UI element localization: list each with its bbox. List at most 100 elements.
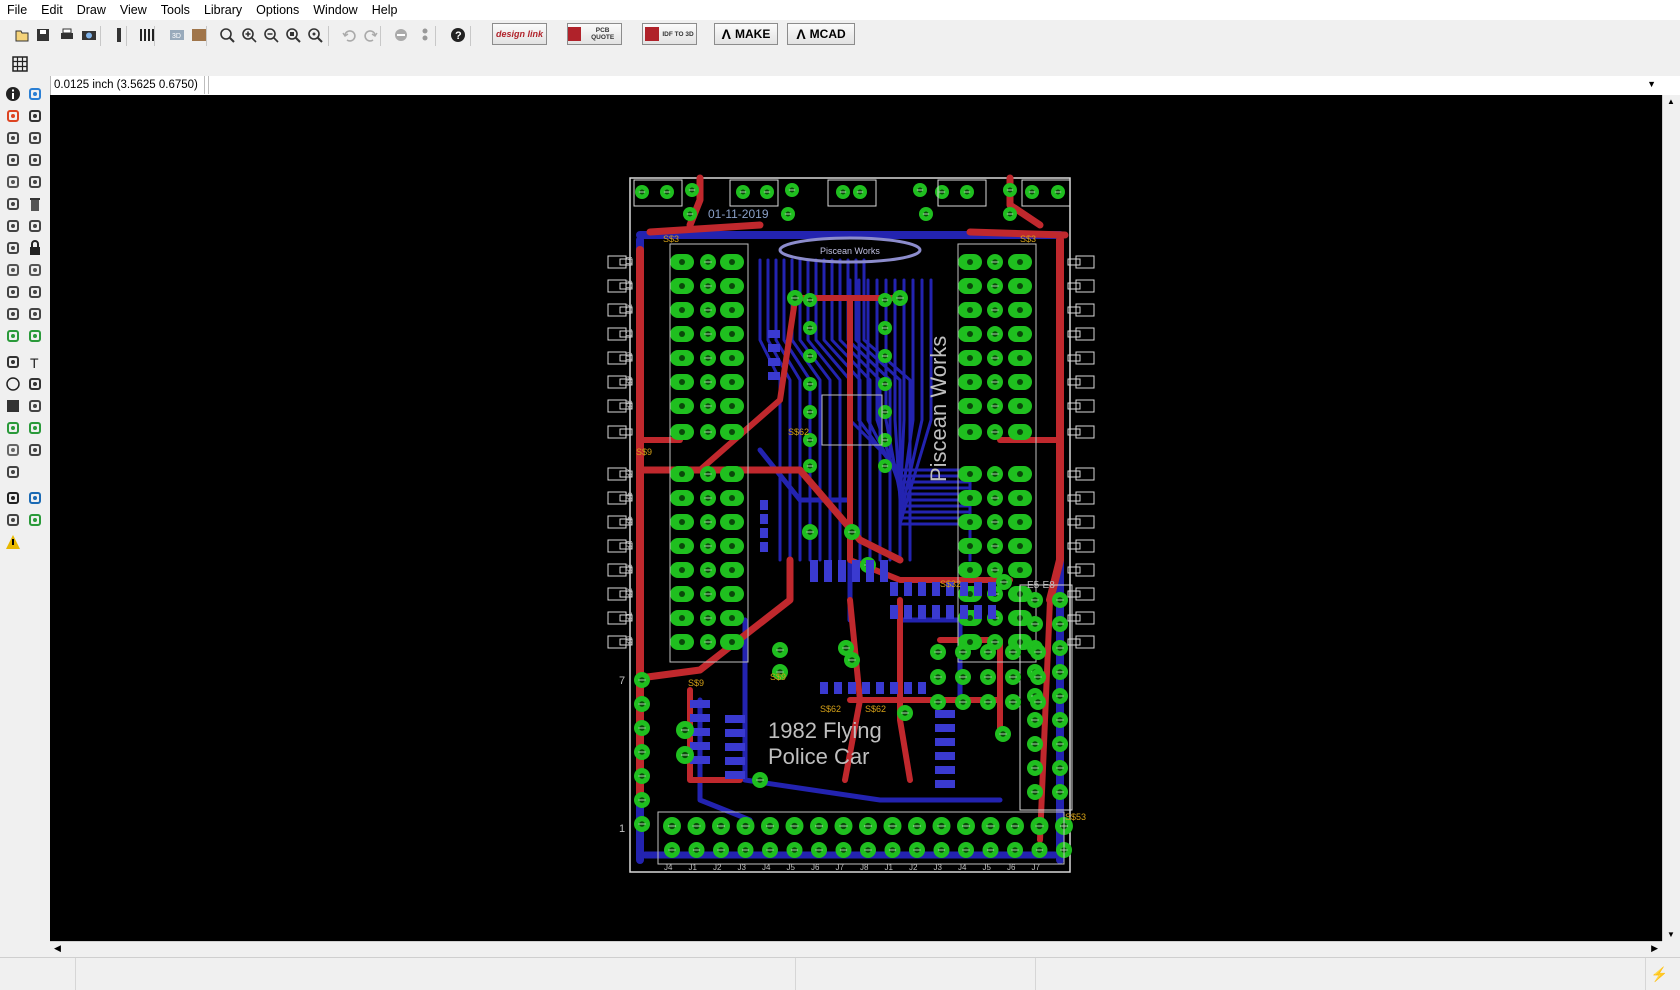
zoom-in-icon[interactable] (240, 26, 258, 44)
pin-number: 36 (624, 492, 634, 502)
help-icon[interactable]: ? (449, 26, 467, 44)
arc-tool-icon[interactable] (26, 375, 44, 393)
open-icon[interactable] (13, 26, 31, 44)
redo-icon[interactable] (362, 26, 380, 44)
zoom-out-icon[interactable] (262, 26, 280, 44)
display-layers-tool-icon[interactable] (4, 107, 22, 125)
value-tool-icon[interactable] (26, 261, 44, 279)
fanout-tool-icon[interactable] (4, 511, 22, 529)
change-tool-icon[interactable] (26, 173, 44, 191)
bottom-pin-label: J7 (836, 863, 845, 872)
board-canvas[interactable]: 14 13 12 11 10 39 38 37 36 35 34 33 32 31 30 01-11-2019… (50, 95, 1662, 941)
pcb-quote-button[interactable]: PCB QUOTE (567, 23, 622, 45)
miter-tool-icon[interactable] (4, 305, 22, 323)
smd-pad (862, 682, 870, 694)
3d-view-icon[interactable]: 3D (168, 26, 186, 44)
go-icon[interactable] (416, 26, 434, 44)
polygon-tool-icon[interactable] (26, 397, 44, 415)
status-message (75, 958, 796, 990)
menu-library[interactable]: Library (197, 0, 249, 20)
idf-to-3d-button[interactable]: IDF TO 3D (642, 23, 697, 45)
mirror-tool-icon[interactable] (4, 151, 22, 169)
save-icon[interactable] (34, 26, 52, 44)
menu-window[interactable]: Window (306, 0, 364, 20)
grid-icon[interactable] (11, 55, 29, 73)
menu-tools[interactable]: Tools (154, 0, 197, 20)
zoom-select-icon[interactable] (284, 26, 302, 44)
design-link-button[interactable]: design link (492, 23, 547, 45)
paste-tool-icon[interactable] (4, 195, 22, 213)
print-icon[interactable] (58, 26, 76, 44)
zoom-fit-icon[interactable] (218, 26, 236, 44)
pad-drill (679, 615, 685, 621)
connector-outline (1075, 375, 1095, 389)
attribute-tool-icon[interactable] (26, 441, 44, 459)
ratsnest-tool-icon[interactable] (4, 489, 22, 507)
smd-pad (768, 344, 780, 352)
menu-view[interactable]: View (113, 0, 154, 20)
connector-outline (1075, 515, 1095, 529)
connector-outline (1075, 303, 1095, 317)
menu-options[interactable]: Options (249, 0, 306, 20)
pin-number: 31 (624, 612, 634, 622)
pad-drill (967, 495, 973, 501)
hole-tool-icon[interactable] (4, 441, 22, 459)
move-tool-icon[interactable] (4, 129, 22, 147)
scroll-left-icon[interactable]: ◀ (54, 943, 61, 954)
smash-tool-icon[interactable] (4, 239, 22, 257)
ripup-tool-icon[interactable] (26, 327, 44, 345)
pad-drill (1017, 519, 1023, 525)
bottom-pin-label: J2 (909, 863, 918, 872)
stop-icon[interactable] (392, 26, 410, 44)
scroll-up-icon[interactable]: ▲ (1667, 97, 1675, 106)
menu-file[interactable]: File (0, 0, 34, 20)
menu-help[interactable]: Help (365, 0, 405, 20)
mcad-button[interactable]: Λ MCAD (787, 23, 855, 45)
logo-text: Piscean Works (820, 246, 880, 256)
drc-tool-icon[interactable] (26, 511, 44, 529)
via-tool-icon[interactable] (4, 419, 22, 437)
lock-tool-icon[interactable] (26, 239, 44, 257)
circle-tool-icon[interactable] (4, 375, 22, 393)
info-tool-icon[interactable] (4, 85, 22, 103)
split-tool-icon[interactable] (4, 283, 22, 301)
command-line-input[interactable]: ▼ (208, 76, 1660, 94)
resize-grip-icon[interactable]: ⚡ (1651, 966, 1668, 983)
name-tool-icon[interactable] (4, 261, 22, 279)
connector-outline (1075, 491, 1095, 505)
vertical-scrollbar[interactable]: ▲ ▼ (1662, 95, 1680, 941)
delete-tool-icon[interactable] (26, 195, 44, 213)
text-tool-icon[interactable]: T (26, 353, 44, 371)
copy-tool-icon[interactable] (26, 129, 44, 147)
command-history-dropdown-icon[interactable]: ▼ (1647, 79, 1656, 89)
route-tool-icon[interactable] (4, 327, 22, 345)
signal-tool-icon[interactable] (26, 419, 44, 437)
autorouter-tool-icon[interactable] (26, 489, 44, 507)
zoom-window-icon[interactable] (306, 26, 324, 44)
errors-tool-icon[interactable] (4, 533, 22, 551)
scroll-down-icon[interactable]: ▼ (1667, 930, 1675, 939)
replace-tool-icon[interactable] (26, 217, 44, 235)
menu-edit[interactable]: Edit (34, 0, 70, 20)
wire-tool-icon[interactable] (4, 353, 22, 371)
dimension-tool-icon[interactable] (4, 463, 22, 481)
cam-icon[interactable] (80, 26, 98, 44)
smd-pad (918, 582, 926, 596)
horizontal-scrollbar[interactable]: ◀ ▶ (50, 941, 1662, 958)
mark-tool-icon[interactable] (26, 107, 44, 125)
meander-tool-icon[interactable] (26, 305, 44, 323)
group-tool-icon[interactable] (4, 173, 22, 191)
rotate-tool-icon[interactable] (26, 151, 44, 169)
smd-pad (960, 605, 968, 619)
optimize-tool-icon[interactable] (26, 283, 44, 301)
smd-pad (935, 780, 955, 788)
make-button[interactable]: Λ MAKE (714, 23, 778, 45)
menu-draw[interactable]: Draw (70, 0, 113, 20)
bottom-pin-label: J5 (983, 863, 992, 872)
rect-tool-icon[interactable] (4, 397, 22, 415)
show-tool-icon[interactable] (26, 85, 44, 103)
add-tool-icon[interactable] (4, 217, 22, 235)
scroll-right-icon[interactable]: ▶ (1651, 943, 1658, 954)
undo-icon[interactable] (340, 26, 358, 44)
pad-drill (1017, 495, 1023, 501)
